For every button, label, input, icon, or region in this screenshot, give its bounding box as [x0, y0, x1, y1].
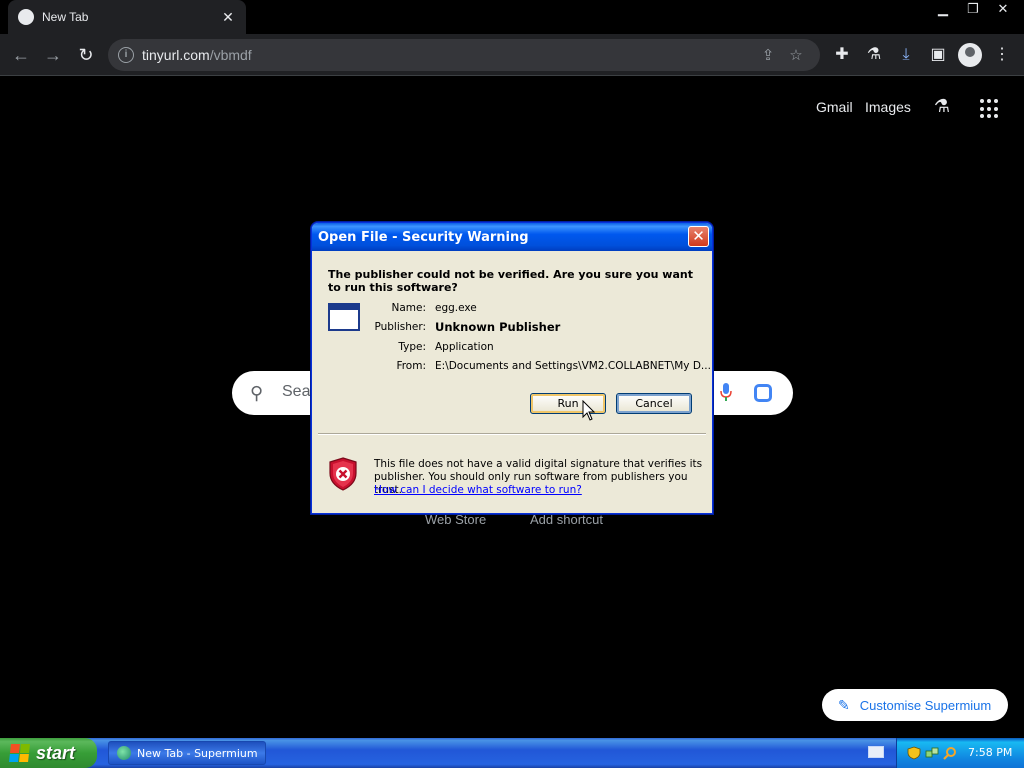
shortcut-add[interactable]: Add shortcut — [530, 512, 603, 527]
name-label: Name: — [391, 302, 426, 314]
publisher-value[interactable]: Unknown Publisher — [435, 320, 560, 334]
help-link[interactable]: How can I decide what software to run? — [374, 484, 582, 496]
tray-search-icon[interactable] — [943, 746, 957, 760]
from-label: From: — [396, 360, 426, 372]
gmail-link[interactable]: Gmail — [816, 99, 853, 115]
security-warning-dialog: Open File - Security Warning ✕ The publi… — [311, 222, 713, 514]
tab-favicon-icon — [18, 9, 34, 25]
menu-icon[interactable]: ⋮ — [990, 43, 1014, 67]
publisher-label: Publisher: — [374, 321, 426, 333]
name-value: egg.exe — [435, 302, 477, 314]
address-bar[interactable]: i tinyurl.com/vbmdf ⇪ ☆ — [108, 39, 820, 71]
clock[interactable]: 7:58 PM — [968, 746, 1012, 759]
star-icon[interactable]: ☆ — [782, 46, 810, 64]
url-host: tinyurl.com — [142, 47, 210, 63]
url-path: /vbmdf — [209, 47, 252, 63]
taskbar-item-label: New Tab - Supermium — [137, 746, 258, 760]
mouse-cursor-icon — [582, 400, 596, 421]
reload-icon[interactable]: ↻ — [73, 42, 99, 68]
profile-icon[interactable] — [958, 43, 982, 67]
dialog-separator — [318, 433, 706, 435]
tab-close-icon[interactable]: ✕ — [220, 9, 236, 26]
tab-new-tab[interactable]: New Tab ✕ — [8, 0, 246, 34]
download-icon[interactable]: ⤓ — [894, 43, 918, 67]
apps-grid-icon[interactable] — [980, 99, 1000, 119]
mic-icon[interactable] — [720, 383, 732, 401]
cancel-button[interactable]: Cancel — [616, 393, 692, 414]
images-link[interactable]: Images — [865, 99, 911, 115]
minimize-icon[interactable]: ▁ — [928, 0, 958, 18]
dialog-title: Open File - Security Warning — [318, 230, 529, 245]
browser-toolbar: ← → ↻ i tinyurl.com/vbmdf ⇪ ☆ ✚ ⚗ ⤓ ▣ ⋮ — [0, 34, 1024, 76]
sidepanel-icon[interactable]: ▣ — [926, 43, 950, 67]
taskbar: start New Tab - Supermium 7:58 PM — [0, 738, 1024, 768]
screen: New Tab ✕ ▁ ❐ ✕ ← → ↻ i tinyurl.com/vbmd… — [0, 0, 1024, 768]
lens-icon[interactable] — [754, 384, 772, 402]
start-button[interactable]: start — [0, 738, 97, 768]
supermium-icon — [117, 746, 131, 760]
labs-flask-icon[interactable]: ⚗ — [930, 96, 954, 120]
customise-button[interactable]: ✎ Customise Supermium — [822, 689, 1008, 721]
browser-titlebar: New Tab ✕ ▁ ❐ ✕ — [0, 0, 1024, 34]
window-controls: ▁ ❐ ✕ — [928, 0, 1018, 20]
dialog-titlebar: Open File - Security Warning ✕ — [312, 223, 712, 251]
restore-icon[interactable]: ❐ — [958, 0, 988, 18]
from-value: E:\Documents and Settings\VM2.COLLABNET\… — [435, 360, 711, 372]
pencil-icon: ✎ — [838, 696, 850, 713]
dialog-close-icon[interactable]: ✕ — [688, 226, 709, 247]
keyboard-icon[interactable] — [868, 746, 884, 758]
forward-icon[interactable]: → — [40, 42, 66, 68]
share-icon[interactable]: ⇪ — [754, 46, 782, 64]
info-icon[interactable]: i — [118, 47, 134, 63]
search-icon: ⚲ — [250, 383, 264, 403]
extensions-icon[interactable]: ✚ — [830, 43, 854, 67]
dialog-body: The publisher could not be verified. Are… — [312, 251, 712, 513]
tab-title: New Tab — [42, 10, 89, 24]
network-icon[interactable] — [925, 746, 939, 760]
customise-label: Customise Supermium — [859, 697, 992, 713]
type-label: Type: — [398, 341, 426, 353]
dialog-question: The publisher could not be verified. Are… — [328, 268, 693, 294]
type-value: Application — [435, 341, 494, 353]
url-text[interactable]: tinyurl.com/vbmdf — [142, 47, 754, 63]
labs-icon[interactable]: ⚗ — [862, 43, 886, 67]
shield-icon — [329, 457, 357, 491]
security-center-icon[interactable] — [907, 746, 921, 760]
start-label: start — [36, 742, 76, 763]
back-icon[interactable]: ← — [8, 42, 34, 68]
windows-flag-icon — [9, 744, 31, 762]
window-close-icon[interactable]: ✕ — [988, 0, 1018, 18]
taskbar-item-browser[interactable]: New Tab - Supermium — [108, 741, 266, 765]
shortcut-web-store[interactable]: Web Store — [425, 512, 486, 527]
system-tray: 7:58 PM — [896, 738, 1024, 768]
